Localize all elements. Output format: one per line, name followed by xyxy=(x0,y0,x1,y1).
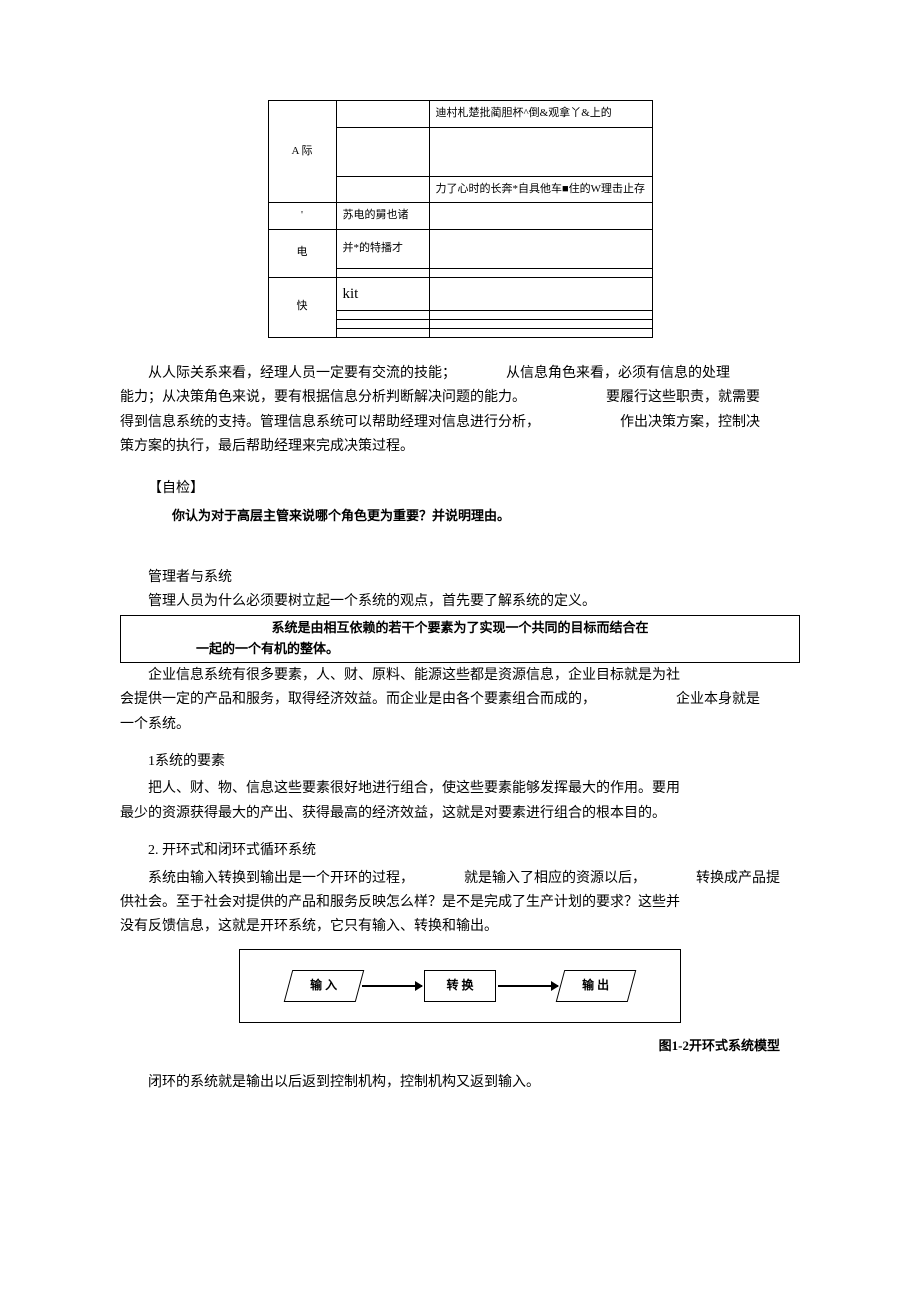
def-line2: 一起的一个有机的整体。 xyxy=(131,639,789,660)
sec1-p1: 把人、财、物、信息这些要素很好地进行组合，使这些要素能够发挥最大的作用。要用 xyxy=(120,778,800,800)
t-r2c2 xyxy=(336,127,429,176)
t-r1c1: A 际 xyxy=(268,101,336,203)
arrow-icon xyxy=(362,985,422,987)
t-r8c3 xyxy=(429,310,652,319)
t-r7c1: 快 xyxy=(268,277,336,337)
t-r4c1: ' xyxy=(268,203,336,230)
mgr-sys-intro: 管理人员为什么必须要树立起一个系统的观点，首先要了解系统的定义。 xyxy=(120,591,800,613)
para-1: 从人际关系来看，经理人员一定要有交流的技能；从信息角色来看，必须有信息的处理 xyxy=(120,363,800,385)
para-2: 能力；从决策角色来说，要有根据信息分析判断解决问题的能力。要履行这些职责，就需要 xyxy=(120,387,800,409)
mgr-sys-head: 管理者与系统 xyxy=(120,567,800,589)
selfcheck-head: 【自检】 xyxy=(120,478,800,500)
t-r4c2: 苏电的舅也诸 xyxy=(336,203,429,230)
t-r1c2 xyxy=(336,101,429,128)
t-r8c2 xyxy=(336,310,429,319)
t-r2c3 xyxy=(429,127,652,176)
para-4: 策方案的执行，最后帮助经理来完成决策过程。 xyxy=(120,436,800,458)
sec2-head: 2. 开环式和闭环式循环系统 xyxy=(120,840,800,862)
sec2-p2: 供社会。至于社会对提供的产品和服务反映怎么样？是不是完成了生产计划的要求？这些并 xyxy=(120,892,800,914)
open-loop-diagram: 输 入 转 换 输 出 xyxy=(239,949,681,1023)
sec2-p1: 系统由输入转换到输出是一个开环的过程，就是输入了相应的资源以后，转换成产品提 xyxy=(120,868,800,890)
t-r3c2 xyxy=(336,176,429,203)
output-box: 输 出 xyxy=(556,970,637,1002)
sec2-p3: 没有反馈信息，这就是开环系统，它只有输入、转换和输出。 xyxy=(120,916,800,938)
t-r10c2 xyxy=(336,328,429,337)
t-r7c2: kit xyxy=(336,277,429,310)
t-r6c2 xyxy=(336,268,429,277)
t-r5c3 xyxy=(429,229,652,268)
para-5: 企业信息系统有很多要素，人、财、原料、能源这些都是资源信息，企业目标就是为社 xyxy=(120,665,800,687)
para-7: 一个系统。 xyxy=(120,714,800,736)
def-line1: 系统是由相互依赖的若干个要素为了实现一个共同的目标而结合在 xyxy=(131,618,789,639)
para-3: 得到信息系统的支持。管理信息系统可以帮助经理对信息进行分析，作出决策方案，控制决 xyxy=(120,412,800,434)
para-6: 会提供一定的产品和服务，取得经济效益。而企业是由各个要素组合而成的，企业本身就是 xyxy=(120,689,800,711)
t-r5c2: 并*的特播才 xyxy=(336,229,429,268)
sec1-p2: 最少的资源获得最大的产出、获得最高的经济效益，这就是对要素进行组合的根本目的。 xyxy=(120,803,800,825)
definition-box: 系统是由相互依赖的若干个要素为了实现一个共同的目标而结合在 一起的一个有机的整体… xyxy=(120,615,800,663)
info-table: A 际 迪村札楚批蔺胆杯^倒&观拿丫&上的 力了心时的长奔*自具他车■住的W理击… xyxy=(268,100,653,338)
t-r9c3 xyxy=(429,319,652,328)
t-r7c3 xyxy=(429,277,652,310)
closing-para: 闭环的系统就是输出以后返到控制机构，控制机构又返到输入。 xyxy=(120,1072,800,1094)
process-box: 转 换 xyxy=(424,970,496,1002)
arrow-icon xyxy=(498,985,558,987)
input-box: 输 入 xyxy=(284,970,365,1002)
t-r5c1: 电 xyxy=(268,229,336,277)
t-r3c3: 力了心时的长奔*自具他车■住的W理击止存 xyxy=(429,176,652,203)
sec1-head: 1系统的要素 xyxy=(120,751,800,773)
t-r6c3 xyxy=(429,268,652,277)
t-r9c2 xyxy=(336,319,429,328)
figure-caption: 图1-2开环式系统模型 xyxy=(120,1036,800,1057)
selfcheck-question: 你认为对于高层主管来说哪个角色更为重要？并说明理由。 xyxy=(120,506,800,527)
t-r1c3: 迪村札楚批蔺胆杯^倒&观拿丫&上的 xyxy=(429,101,652,128)
t-r10c3 xyxy=(429,328,652,337)
t-r4c3 xyxy=(429,203,652,230)
